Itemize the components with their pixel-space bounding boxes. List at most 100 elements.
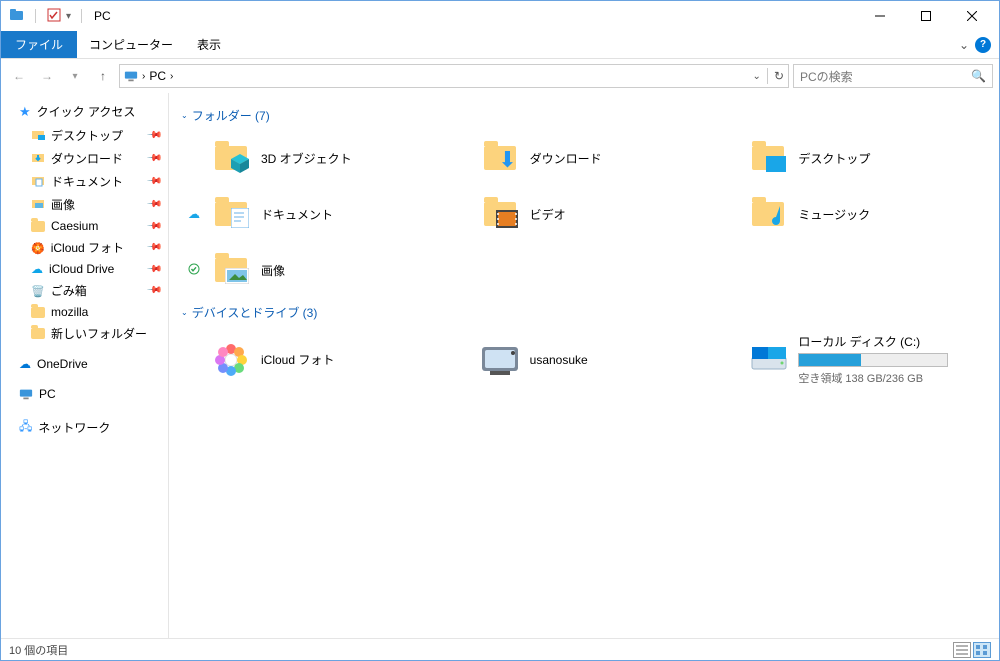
sidebar-item-ダウンロード[interactable]: ダウンロード 📌 [1,147,168,170]
nav-back-button[interactable]: ← [7,64,31,88]
tab-file[interactable]: ファイル [1,31,77,58]
folder-3D オブジェクト[interactable]: 3D オブジェクト [181,130,450,186]
drive-usanosuke[interactable]: usanosuke [450,327,719,392]
sidebar-onedrive[interactable]: ☁ OneDrive [1,353,168,375]
breadcrumb-pc[interactable]: PC [149,69,166,83]
ribbon-expand-icon[interactable]: ⌄ [959,38,969,52]
pc-icon [124,69,138,83]
folder-デスクトップ[interactable]: デスクトップ [718,130,987,186]
icloud-photo-icon: 🏵️ [31,241,45,255]
sidebar-item-label: iCloud フォト [51,239,124,256]
ribbon-tabs: ファイル コンピューター 表示 ⌄ ? [1,31,999,59]
tab-view[interactable]: 表示 [185,31,233,58]
app-icon [9,7,25,26]
folder-icon [31,307,45,318]
address-bar[interactable]: › PC › ⌄ ↻ [119,64,789,88]
content-area: ⌄ フォルダー (7) 3D オブジェクト ⬇ ダウンロード デスクトップ ☁ ド… [169,93,999,638]
network-icon: 🖧 [19,417,32,438]
sidebar-item-Caesium[interactable]: Caesium 📌 [1,216,168,236]
group-folders-header[interactable]: ⌄ フォルダー (7) [181,107,987,124]
chevron-down-icon: ⌄ [181,111,188,120]
group-drives-header[interactable]: ⌄ デバイスとドライブ (3) [181,304,987,321]
folder-ミュージック[interactable]: ミュージック [718,186,987,242]
nav-history-dropdown[interactable]: ▾ [63,64,87,88]
pc-icon [19,387,33,401]
sidebar-item-新しいフォルダー[interactable]: 新しいフォルダー [1,322,168,345]
pin-icon: 📌 [145,127,162,144]
sidebar-item-デスクトップ[interactable]: デスクトップ 📌 [1,124,168,147]
pin-icon: 📌 [145,150,162,167]
sidebar-item-label: ダウンロード [51,150,123,167]
nav-up-button[interactable]: ↑ [91,64,115,88]
search-placeholder: PCの検索 [800,68,853,85]
video-icon [480,194,520,234]
folder-ダウンロード[interactable]: ⬇ ダウンロード [450,130,719,186]
close-button[interactable] [949,1,995,31]
document-icon [211,194,251,234]
help-icon[interactable]: ? [975,37,991,53]
nav-forward-button[interactable]: → [35,64,59,88]
pictures-icon [31,196,45,213]
camera-icon [480,340,520,380]
folder-画像[interactable]: 画像 [181,242,450,298]
sidebar: ★ クイック アクセス デスクトップ 📌 ダウンロード 📌 ドキュメント 📌 画… [1,93,169,638]
sidebar-item-label: 新しいフォルダー [51,325,147,342]
disk-free-label: 空き領域 138 GB/236 GB [798,370,948,386]
sidebar-item-ごみ箱[interactable]: 🗑️ ごみ箱 📌 [1,279,168,302]
icloud-drive-icon: ☁ [31,262,43,276]
sidebar-item-label: 画像 [51,196,75,213]
download-icon: ⬇ [480,138,520,178]
address-dropdown-icon[interactable]: ⌄ [753,71,761,82]
sidebar-item-mozilla[interactable]: mozilla [1,302,168,322]
titlebar: ▾ PC [1,1,999,31]
item-label: ミュージック [798,206,870,223]
cloud-icon: ☁ [19,357,31,371]
item-label: 画像 [261,262,285,279]
pin-icon: 📌 [145,239,162,256]
search-input[interactable]: PCの検索 🔍 [793,64,993,88]
chevron-right-icon[interactable]: › [142,71,145,82]
pictures-icon [211,250,251,290]
status-count: 10 個の項目 [9,642,68,658]
item-label: デスクトップ [798,150,870,167]
refresh-icon[interactable]: ↻ [774,69,784,83]
sidebar-quickaccess[interactable]: ★ クイック アクセス [1,99,168,124]
view-tiles-button[interactable] [973,642,991,658]
qat-dropdown-icon[interactable]: ▾ [66,11,71,22]
folder-ドキュメント[interactable]: ☁ ドキュメント [181,186,450,242]
sidebar-item-label: iCloud Drive [49,262,114,276]
pin-icon: 📌 [145,282,162,299]
item-label: ドキュメント [261,206,333,223]
chevron-right-icon[interactable]: › [170,71,173,82]
item-label: ダウンロード [530,150,602,167]
sync-cloud-icon: ☁ [187,207,201,221]
view-details-button[interactable] [953,642,971,658]
star-icon: ★ [19,104,31,120]
sidebar-item-label: ごみ箱 [51,282,87,299]
tab-computer[interactable]: コンピューター [77,31,185,58]
disk-usage-bar [798,353,948,367]
sidebar-item-ドキュメント[interactable]: ドキュメント 📌 [1,170,168,193]
item-label: ビデオ [530,206,566,223]
folder-ビデオ[interactable]: ビデオ [450,186,719,242]
drive-ローカル ディスク (C:)[interactable]: ローカル ディスク (C:) 空き領域 138 GB/236 GB [718,327,987,392]
status-bar: 10 個の項目 [1,638,999,660]
download-icon [31,150,45,167]
search-icon[interactable]: 🔍 [971,69,986,83]
sidebar-item-iCloud Drive[interactable]: ☁ iCloud Drive 📌 [1,259,168,279]
trash-icon: 🗑️ [31,284,45,298]
sidebar-network[interactable]: 🖧 ネットワーク [1,413,168,442]
sidebar-item-画像[interactable]: 画像 📌 [1,193,168,216]
sidebar-pc[interactable]: PC [1,383,168,405]
pin-icon: 📌 [145,218,162,235]
minimize-button[interactable] [857,1,903,31]
sidebar-item-label: Caesium [51,219,98,233]
desktop-icon [31,127,45,144]
sidebar-item-iCloud フォト[interactable]: 🏵️ iCloud フォト 📌 [1,236,168,259]
drive-iCloud フォト[interactable]: iCloud フォト [181,327,450,392]
window-title: PC [94,9,111,23]
document-icon [31,173,45,190]
maximize-button[interactable] [903,1,949,31]
pin-icon: 📌 [145,261,162,278]
qat-properties-icon[interactable] [46,7,62,26]
